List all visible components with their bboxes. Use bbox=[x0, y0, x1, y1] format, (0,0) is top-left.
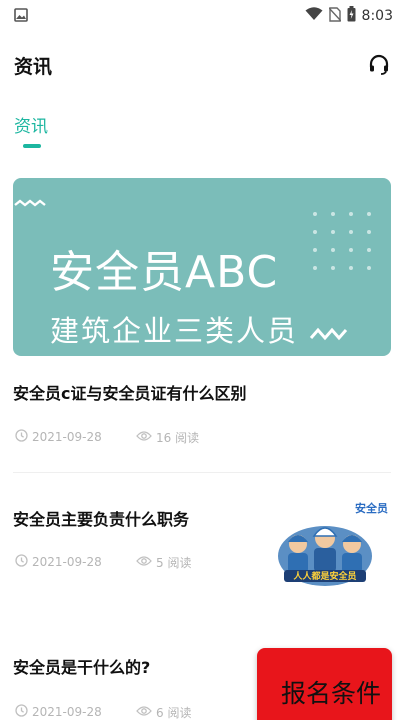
article-date: 2021-09-28 bbox=[15, 554, 102, 570]
safety-workers-illustration-icon: 人人都是安全员 bbox=[278, 526, 372, 586]
page-title: 资讯 bbox=[14, 55, 53, 78]
article-date-text: 2021-09-28 bbox=[32, 555, 102, 569]
thumbnail-label: 安全员 bbox=[355, 502, 388, 515]
tab-active-indicator bbox=[23, 144, 41, 148]
article-item[interactable]: 安全员c证与安全员证有什么区别 bbox=[13, 380, 391, 404]
article-reads: 6 阅读 bbox=[136, 704, 191, 720]
article-reads-text: 6 阅读 bbox=[156, 706, 192, 720]
article-reads: 5 阅读 bbox=[136, 554, 191, 571]
headset-icon[interactable] bbox=[367, 53, 391, 77]
no-sim-icon bbox=[328, 6, 342, 26]
article-reads: 16 阅读 bbox=[136, 429, 199, 446]
banner-main-text: 安全员ABC bbox=[50, 247, 279, 298]
signup-conditions-label: 报名条件 bbox=[281, 679, 382, 708]
article-thumbnail[interactable]: 安全员 人人都是安全员 bbox=[274, 496, 390, 592]
clock-icon bbox=[15, 429, 28, 445]
article-title: 安全员c证与安全员证有什么区别 bbox=[13, 384, 247, 403]
clock-icon bbox=[15, 554, 28, 570]
status-bar: 8:03 bbox=[0, 0, 405, 32]
clock-icon bbox=[15, 704, 28, 720]
eye-icon bbox=[136, 555, 152, 570]
signup-conditions-button[interactable]: 报名条件 bbox=[257, 648, 392, 720]
tab-bar: 资讯 bbox=[0, 98, 405, 158]
thumbnail-caption: 人人都是安全员 bbox=[292, 570, 356, 582]
banner-sub-text: 建筑企业三类人员 bbox=[50, 314, 299, 348]
status-icons: 8:03 bbox=[305, 6, 393, 26]
divider bbox=[13, 472, 391, 473]
eye-icon bbox=[136, 430, 152, 445]
article-date-text: 2021-09-28 bbox=[32, 430, 102, 444]
banner[interactable]: 安全员ABC 建筑企业三类人员 bbox=[13, 178, 391, 356]
image-icon bbox=[14, 7, 28, 26]
article-date-text: 2021-09-28 bbox=[32, 705, 102, 719]
tab-news[interactable]: 资讯 bbox=[14, 98, 48, 148]
article-date: 2021-09-28 bbox=[15, 704, 102, 720]
article-date: 2021-09-28 bbox=[15, 429, 102, 445]
dot-grid-decoration-icon bbox=[313, 212, 371, 270]
wifi-icon bbox=[305, 7, 323, 25]
eye-icon bbox=[136, 705, 152, 720]
article-reads-text: 16 阅读 bbox=[156, 431, 200, 445]
battery-icon bbox=[347, 6, 356, 26]
tab-news-label: 资讯 bbox=[14, 117, 48, 137]
app-header: 资讯 bbox=[0, 32, 405, 98]
wave-decoration-icon bbox=[309, 327, 348, 341]
status-time: 8:03 bbox=[361, 8, 393, 24]
wave-decoration-icon bbox=[14, 199, 46, 207]
article-reads-text: 5 阅读 bbox=[156, 556, 192, 570]
